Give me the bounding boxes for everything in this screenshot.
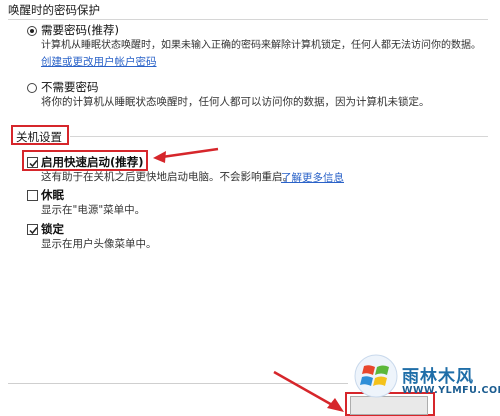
watermark-url: WWW.YLMFU.COM	[402, 385, 500, 396]
lock-desc: 显示在用户头像菜单中。	[41, 238, 157, 250]
lock-checkbox[interactable]	[27, 224, 38, 235]
fast-startup-desc: 这有助于在关机之后更快地启动电脑。不会影响重启。	[41, 171, 293, 183]
windows-logo-icon	[354, 354, 398, 398]
lock-label[interactable]: 锁定	[41, 221, 64, 237]
learn-more-link[interactable]: 了解更多信息	[281, 170, 344, 185]
fast-startup-highlight	[22, 150, 148, 171]
hibernate-desc: 显示在"电源"菜单中。	[41, 204, 146, 216]
require-password-radio[interactable]	[27, 26, 37, 36]
no-password-label[interactable]: 不需要密码	[41, 79, 99, 95]
hibernate-checkbox[interactable]	[27, 190, 38, 201]
change-password-link[interactable]: 创建或更改用户帐户密码	[41, 54, 157, 69]
watermark-brand: 雨林木风	[402, 367, 474, 387]
hibernate-label[interactable]: 休眠	[41, 187, 64, 203]
shutdown-divider	[70, 136, 488, 137]
red-arrow-icon	[153, 147, 219, 163]
checkmark-icon	[29, 227, 38, 235]
no-password-radio[interactable]	[27, 83, 37, 93]
save-changes-button[interactable]	[350, 396, 428, 415]
require-password-label[interactable]: 需要密码(推荐)	[41, 22, 119, 38]
require-password-desc: 计算机从睡眠状态唤醒时，如果未输入正确的密码来解除计算机锁定，任何人都无法访问你…	[41, 40, 481, 51]
red-arrow-icon	[273, 370, 344, 412]
shutdown-heading-highlight	[11, 125, 69, 145]
wake-password-heading: 唤醒时的密码保护	[8, 3, 100, 17]
no-password-desc: 将你的计算机从睡眠状态唤醒时，任何人都可以访问你的数据，因为计算机未锁定。	[41, 96, 430, 108]
wake-password-divider	[8, 19, 488, 20]
